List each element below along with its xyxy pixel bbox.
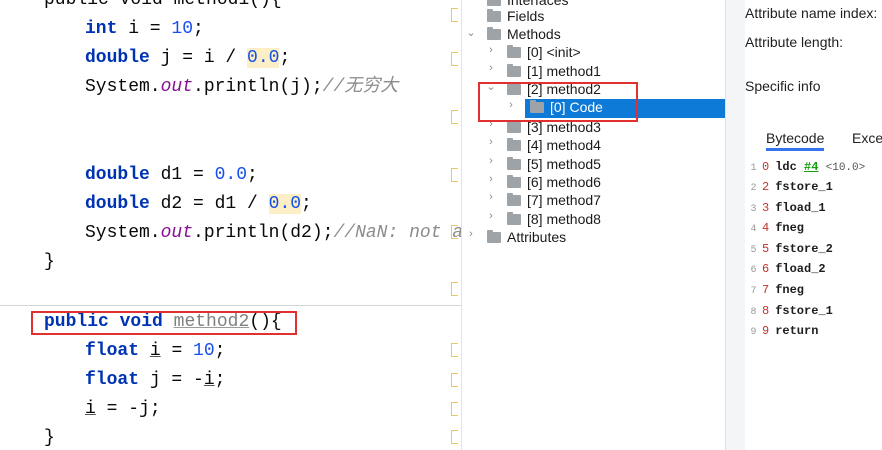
method-separator <box>0 305 462 306</box>
bytecode-line: 9 9 return <box>750 324 819 338</box>
bytecode-line: 3 3 fload_1 <box>750 201 826 215</box>
code-line: double j = i / 0.0; <box>85 48 291 68</box>
chevron-right-icon[interactable]: › <box>483 210 499 228</box>
folder-icon <box>507 45 521 58</box>
folder-icon <box>507 120 521 133</box>
bytecode-line: 1 0 ldc #4 <10.0> <box>750 160 866 174</box>
bytecode-line: 5 5 fstore_2 <box>750 242 833 256</box>
tab-exception-table[interactable]: Excep <box>852 128 882 148</box>
chevron-right-icon[interactable]: › <box>483 173 499 191</box>
constant-pool-link[interactable]: #4 <box>804 160 818 174</box>
folder-icon <box>487 27 501 40</box>
bytecode-line: 4 4 fneg <box>750 221 805 235</box>
code-editor[interactable]: public void method1(){ int i = 10; doubl… <box>0 0 462 450</box>
chevron-down-icon[interactable]: ⌄ <box>463 26 479 44</box>
chevron-right-icon[interactable]: › <box>463 228 479 246</box>
tree-item-method[interactable]: [8] method8 <box>507 210 601 228</box>
tree-item-method[interactable]: [0] <init> <box>507 43 581 61</box>
chevron-right-icon[interactable]: › <box>483 191 499 209</box>
code-line: int i = 10; <box>85 19 204 39</box>
gutter-fold-markers <box>440 0 462 450</box>
info-tabs: Bytecode Excep <box>745 124 882 152</box>
annotation-box-method2-code-node <box>478 82 638 122</box>
tree-item-method[interactable]: [5] method5 <box>507 155 601 173</box>
specific-info-label: Specific info <box>745 78 821 94</box>
folder-icon <box>507 157 521 170</box>
bytecode-line: 2 2 fstore_1 <box>750 180 833 194</box>
code-line: i = -j; <box>85 399 161 419</box>
code-line: float j = -i; <box>85 370 226 390</box>
code-line: float i = 10; <box>85 341 226 361</box>
editor-divider[interactable] <box>461 0 462 450</box>
folder-icon <box>487 230 501 243</box>
code-line: System.out.println(j);//无穷大 <box>85 77 399 97</box>
attribute-name-index-label: Attribute name index: <box>745 5 878 21</box>
chevron-right-icon[interactable]: › <box>483 155 499 173</box>
chevron-right-icon[interactable]: › <box>483 44 499 62</box>
code-line-method1-signature: public void method1(){ <box>44 0 282 10</box>
tree-item-fields[interactable]: Fields <box>487 7 544 25</box>
class-structure-tree[interactable]: Interfaces Fields ⌄ Methods › [0] <init>… <box>463 0 725 450</box>
bytecode-line: 8 8 fstore_1 <box>750 304 833 318</box>
attribute-length-label: Attribute length: <box>745 34 844 50</box>
code-line: double d1 = 0.0; <box>85 165 258 185</box>
folder-icon <box>507 193 521 206</box>
tree-item-attributes[interactable]: Attributes <box>487 228 566 246</box>
folder-icon <box>487 0 501 6</box>
attribute-info-panel: Attribute name index: Attribute length: … <box>745 0 882 450</box>
tree-item-methods[interactable]: Methods <box>487 25 561 43</box>
tree-item-method[interactable]: [7] method7 <box>507 191 601 209</box>
folder-icon <box>507 175 521 188</box>
bytecode-line: 6 6 fload_2 <box>750 262 826 276</box>
code-line-closing-brace: } <box>44 252 55 272</box>
tree-item-method[interactable]: [6] method6 <box>507 173 601 191</box>
bytecode-line: 7 7 fneg <box>750 283 805 297</box>
folder-icon <box>507 64 521 77</box>
chevron-right-icon[interactable]: › <box>483 62 499 80</box>
panel-splitter[interactable] <box>725 0 746 450</box>
tab-bytecode[interactable]: Bytecode <box>766 128 825 151</box>
folder-icon <box>507 212 521 225</box>
tree-item-method[interactable]: [1] method1 <box>507 62 601 80</box>
annotation-box-method2-code <box>31 311 297 335</box>
tree-item-method[interactable]: [4] method4 <box>507 136 601 154</box>
code-line: System.out.println(d2);//NaN: not a <box>85 223 462 243</box>
chevron-right-icon[interactable]: › <box>483 136 499 154</box>
code-line-closing-brace: } <box>44 428 55 448</box>
folder-icon <box>487 9 501 22</box>
code-line: double d2 = d1 / 0.0; <box>85 194 312 214</box>
folder-icon <box>507 138 521 151</box>
